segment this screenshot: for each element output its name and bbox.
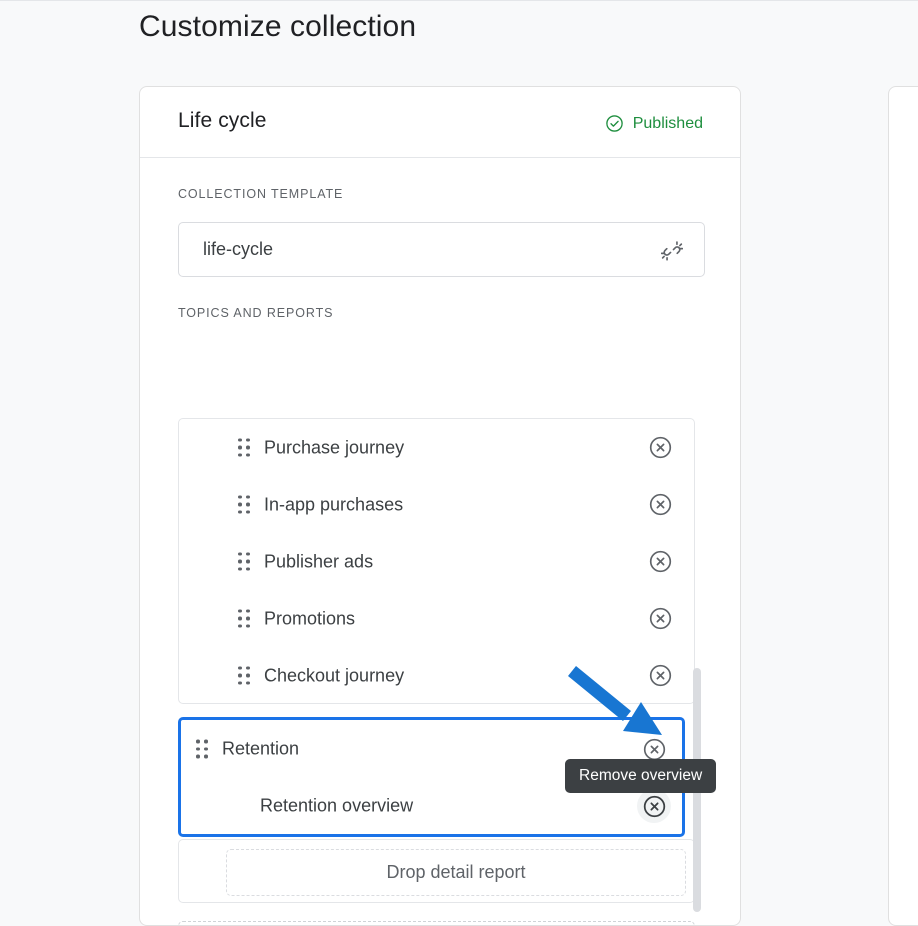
remove-topic-button[interactable] [643, 431, 677, 465]
collection-template-value: life-cycle [203, 239, 274, 259]
topic-label: Promotions [264, 608, 356, 628]
adjacent-collection-card[interactable] [888, 86, 918, 926]
remove-topic-button[interactable] [643, 545, 677, 579]
remove-overview-button[interactable] [637, 789, 671, 823]
drag-handle-icon[interactable] [238, 552, 251, 571]
collection-card: Life cycle Published COLLECTION TEMPLATE… [139, 86, 741, 926]
unlink-icon[interactable] [658, 237, 686, 265]
table-row[interactable]: Promotions [179, 590, 694, 647]
topics-list: Purchase journey In-app purchases Publis… [178, 418, 695, 704]
topic-label: Retention [222, 738, 300, 759]
status-badge: Published [605, 114, 703, 133]
remove-topic-button[interactable] [643, 659, 677, 693]
detail-report-dropzone-card: Drop detail report [178, 839, 695, 903]
remove-topic-button[interactable] [643, 488, 677, 522]
tooltip: Remove overview [565, 759, 717, 793]
topics-scroll-region[interactable]: Purchase journey In-app purchases Publis… [140, 329, 740, 925]
top-divider [0, 0, 918, 1]
drag-handle-icon[interactable] [238, 666, 251, 685]
collection-title: Life cycle [178, 109, 267, 132]
table-row[interactable]: Checkout journey [179, 647, 694, 704]
page-title: Customize collection [139, 10, 417, 43]
collection-template-label: COLLECTION TEMPLATE [178, 187, 344, 201]
collection-card-header: Life cycle Published [140, 87, 740, 158]
table-row[interactable]: Publisher ads [179, 533, 694, 590]
tooltip-text: Remove overview [579, 767, 703, 784]
remove-topic-button[interactable] [643, 602, 677, 636]
topic-label: Publisher ads [264, 551, 374, 571]
table-row[interactable]: In-app purchases [179, 476, 694, 533]
collection-template-field[interactable]: life-cycle [178, 222, 705, 277]
drag-handle-icon[interactable] [196, 739, 209, 759]
table-row[interactable]: Purchase journey [179, 419, 694, 476]
topic-label: Checkout journey [264, 665, 405, 685]
drag-handle-icon[interactable] [238, 609, 251, 628]
detail-report-dropzone[interactable]: Drop detail report [226, 849, 686, 896]
status-label: Published [632, 114, 703, 132]
topic-label: In-app purchases [264, 494, 404, 514]
topic-label: Purchase journey [264, 437, 405, 457]
create-new-topic-button[interactable]: Create new topic [178, 921, 695, 925]
topics-and-reports-label: TOPICS AND REPORTS [178, 306, 334, 320]
drag-handle-icon[interactable] [238, 495, 251, 514]
report-label: Retention overview [260, 795, 414, 816]
dropzone-label: Drop detail report [386, 862, 526, 882]
check-circle-icon [605, 114, 624, 133]
drag-handle-icon[interactable] [238, 438, 251, 457]
